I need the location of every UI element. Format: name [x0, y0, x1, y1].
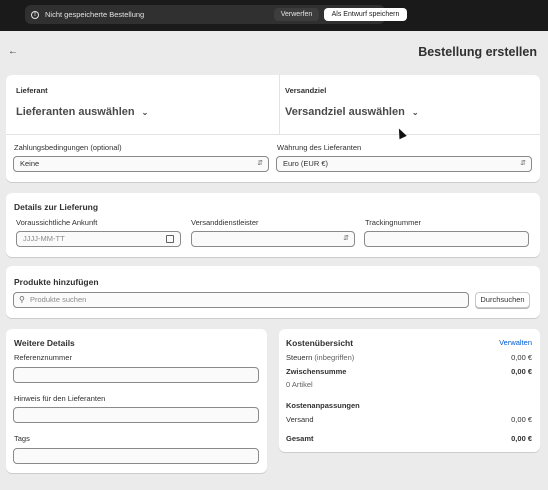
- info-icon: !: [31, 10, 39, 19]
- supplier-select[interactable]: Lieferanten auswählen ⌄: [16, 106, 148, 118]
- payment-terms-label: Zahlungsbedingungen (optional): [14, 143, 122, 152]
- arrow-left-icon[interactable]: ←: [8, 46, 18, 57]
- unsaved-message: Nicht gespeicherte Bestellung: [45, 10, 145, 19]
- save-draft-button[interactable]: Als Entwurf speichern: [324, 8, 407, 21]
- cost-summary-card: Kostenübersicht Verwalten Steuern (inbeg…: [279, 329, 540, 452]
- select-arrows-icon: ⇵: [257, 160, 263, 167]
- supplier-label: Lieferant: [16, 86, 48, 95]
- context-bar: ! Nicht gespeicherte Bestellung Verwerfe…: [0, 0, 548, 31]
- shipping-details-card: Details zur Lieferung Voraussichtliche A…: [6, 193, 540, 257]
- further-details-card: Weitere Details Referenznummer Hinweis f…: [6, 329, 267, 473]
- supplier-card: Lieferant Lieferanten auswählen ⌄ Versan…: [6, 75, 540, 182]
- product-search-input[interactable]: ⚲ Produkte suchen: [13, 292, 469, 308]
- cost-summary-title: Kostenübersicht: [286, 338, 354, 348]
- destination-label: Versandziel: [285, 86, 327, 95]
- tracking-label: Trackingnummer: [365, 218, 421, 227]
- arrival-date-input[interactable]: JJJJ-MM-TT: [16, 231, 181, 247]
- search-icon: ⚲: [19, 295, 25, 304]
- divider: [6, 134, 540, 135]
- supplier-note-label: Hinweis für den Lieferanten: [14, 394, 106, 403]
- destination-select[interactable]: Versandziel auswählen ⌄: [285, 106, 419, 118]
- carrier-select[interactable]: ⇵: [191, 231, 355, 247]
- chevron-down-icon: ⌄: [141, 108, 149, 117]
- shipping-details-title: Details zur Lieferung: [14, 202, 99, 212]
- tracking-number-input[interactable]: [364, 231, 529, 247]
- select-arrows-icon: ⇵: [520, 160, 526, 167]
- unsaved-changes-bar: ! Nicht gespeicherte Bestellung Verwerfe…: [25, 5, 407, 24]
- tags-input[interactable]: [13, 448, 259, 464]
- browse-button[interactable]: Durchsuchen: [475, 292, 530, 308]
- chevron-down-icon: ⌄: [411, 108, 419, 117]
- calendar-icon: [166, 235, 174, 243]
- add-products-card: Produkte hinzufügen ⚲ Produkte suchen Du…: [6, 266, 540, 318]
- taxes-label: Steuern (inbegriffen): [286, 353, 355, 362]
- add-products-title: Produkte hinzufügen: [14, 277, 99, 287]
- discard-button[interactable]: Verwerfen: [274, 8, 319, 21]
- taxes-value: 0,00 €: [511, 353, 532, 362]
- currency-select[interactable]: Euro (EUR €) ⇵: [276, 156, 532, 172]
- page-title: Bestellung erstellen: [418, 45, 537, 59]
- select-arrows-icon: ⇵: [343, 235, 349, 242]
- supplier-note-input[interactable]: [13, 407, 259, 423]
- divider: [279, 75, 280, 134]
- subtotal-label: Zwischensumme: [286, 367, 347, 376]
- total-value: 0,00 €: [511, 434, 532, 443]
- shipping-cost-value: 0,00 €: [511, 415, 532, 424]
- items-count: 0 Artikel: [286, 380, 313, 389]
- further-details-title: Weitere Details: [14, 338, 75, 348]
- reference-label: Referenznummer: [14, 353, 72, 362]
- subtotal-value: 0,00 €: [511, 367, 532, 376]
- shipping-cost-label: Versand: [286, 415, 314, 424]
- payment-terms-select[interactable]: Keine ⇵: [13, 156, 269, 172]
- tags-label: Tags: [14, 434, 30, 443]
- cost-adjustments-title: Kostenanpassungen: [286, 401, 360, 410]
- reference-number-input[interactable]: [13, 367, 259, 383]
- carrier-label: Versanddienstleister: [191, 218, 259, 227]
- total-label: Gesamt: [286, 434, 314, 443]
- manage-link[interactable]: Verwalten: [499, 338, 532, 347]
- arrival-label: Voraussichtliche Ankunft: [16, 218, 98, 227]
- currency-label: Währung des Lieferanten: [277, 143, 362, 152]
